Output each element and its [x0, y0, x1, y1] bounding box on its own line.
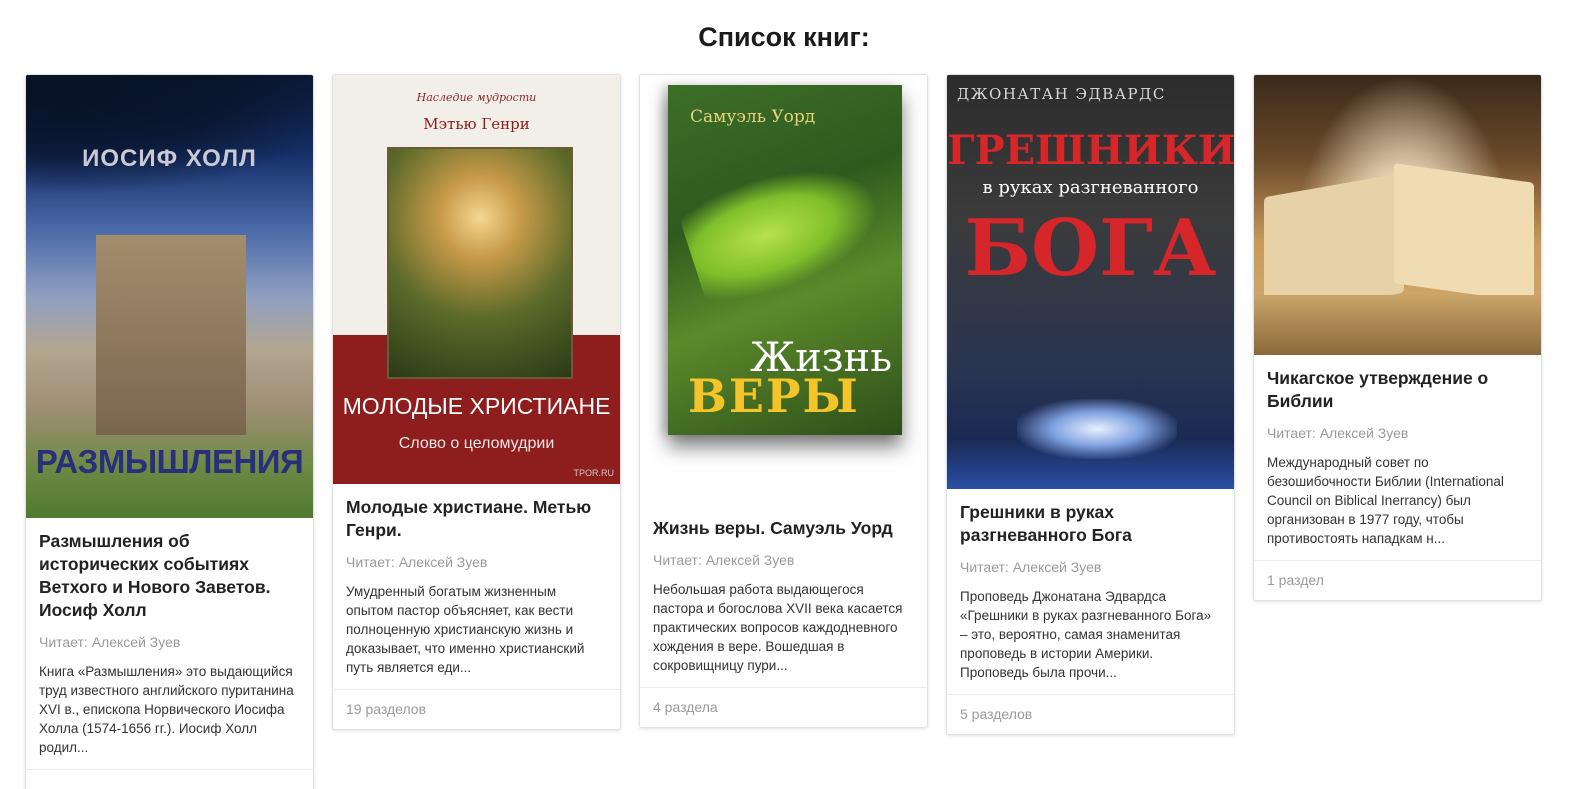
cover-subtitle: Слово о целомудрии	[398, 435, 555, 452]
book-description: Книга «Размышления» это выдающийся труд …	[39, 664, 294, 755]
book-description: Проповедь Джонатана Эдвардса «Грешники в…	[960, 589, 1212, 680]
book-card[interactable]: ИОСИФ ХОЛЛ РАЗМЫШЛЕНИЯ Размышления об ис…	[25, 74, 314, 789]
cover-title-line1: ГРЕШНИКИ	[947, 127, 1234, 174]
cover-series: Наследие мудрости	[416, 91, 537, 104]
book-title[interactable]: Грешники в руках разгневанного Бога	[960, 501, 1221, 547]
page-title: Список книг:	[698, 22, 870, 52]
book-reader: Читает: Алексей Зуев	[346, 554, 488, 570]
book-title[interactable]: Молодые христиане. Метью Генри.	[346, 496, 607, 542]
book-sections-count: 19 разделов	[333, 689, 620, 729]
book-sections-count: 4 раздела	[640, 687, 927, 727]
book-title[interactable]: Чикагское утверждение о Библии	[1267, 367, 1528, 413]
book-card[interactable]: Самуэль Уорд Жизнь ВЕРЫ Жизнь веры. Саму…	[639, 74, 928, 728]
cover-author: Мэтью Генри	[423, 115, 530, 133]
book-description: Международный совет по безошибочности Би…	[1267, 455, 1504, 546]
cover-title-line3: БОГА	[964, 203, 1217, 294]
book-description: Умудренный богатым жизненным опытом паст…	[346, 584, 585, 675]
book-card[interactable]: Чикагское утверждение о Библии Читает: А…	[1253, 74, 1542, 601]
book-cover-image[interactable]: Самуэль Уорд Жизнь ВЕРЫ	[640, 75, 927, 505]
book-title[interactable]: Жизнь веры. Самуэль Уорд	[653, 517, 914, 540]
book-reader: Читает: Алексей Зуев	[960, 559, 1102, 575]
book-sections-count	[26, 769, 313, 789]
cover-watermark: TPOR.RU	[573, 468, 615, 478]
book-sections-count: 1 раздел	[1254, 560, 1541, 600]
cover-author: ИОСИФ ХОЛЛ	[82, 145, 257, 172]
book-sections-count: 5 разделов	[947, 694, 1234, 734]
book-cover-image[interactable]: ИОСИФ ХОЛЛ РАЗМЫШЛЕНИЯ	[26, 75, 313, 518]
cover-author: Самуэль Уорд	[690, 107, 816, 127]
book-card[interactable]: Наследие мудрости Мэтью Генри МОЛОДЫЕ ХР…	[332, 74, 621, 730]
book-reader: Читает: Алексей Зуев	[1267, 425, 1409, 441]
cover-title-line2: ВЕРЫ	[688, 369, 860, 423]
cover-author: ДЖОНАТАН ЭДВАРДС	[957, 85, 1166, 103]
cover-title: МОЛОДЫЕ ХРИСТИАНЕ	[342, 393, 611, 419]
cover-title-line2: в руках разгневанного	[982, 177, 1199, 198]
book-cover-image[interactable]: Наследие мудрости Мэтью Генри МОЛОДЫЕ ХР…	[333, 75, 620, 484]
book-cover-image[interactable]: ДЖОНАТАН ЭДВАРДС ГРЕШНИКИ в руках разгне…	[947, 75, 1234, 489]
book-description: Небольшая работа выдающегося пастора и б…	[653, 582, 903, 673]
cover-title: РАЗМЫШЛЕНИЯ	[35, 443, 304, 480]
book-cover-image[interactable]	[1254, 75, 1541, 355]
book-title[interactable]: Размышления об исторических событиях Вет…	[39, 530, 300, 622]
book-reader: Читает: Алексей Зуев	[39, 634, 181, 650]
book-reader: Читает: Алексей Зуев	[653, 552, 795, 568]
book-card[interactable]: ДЖОНАТАН ЭДВАРДС ГРЕШНИКИ в руках разгне…	[946, 74, 1235, 735]
